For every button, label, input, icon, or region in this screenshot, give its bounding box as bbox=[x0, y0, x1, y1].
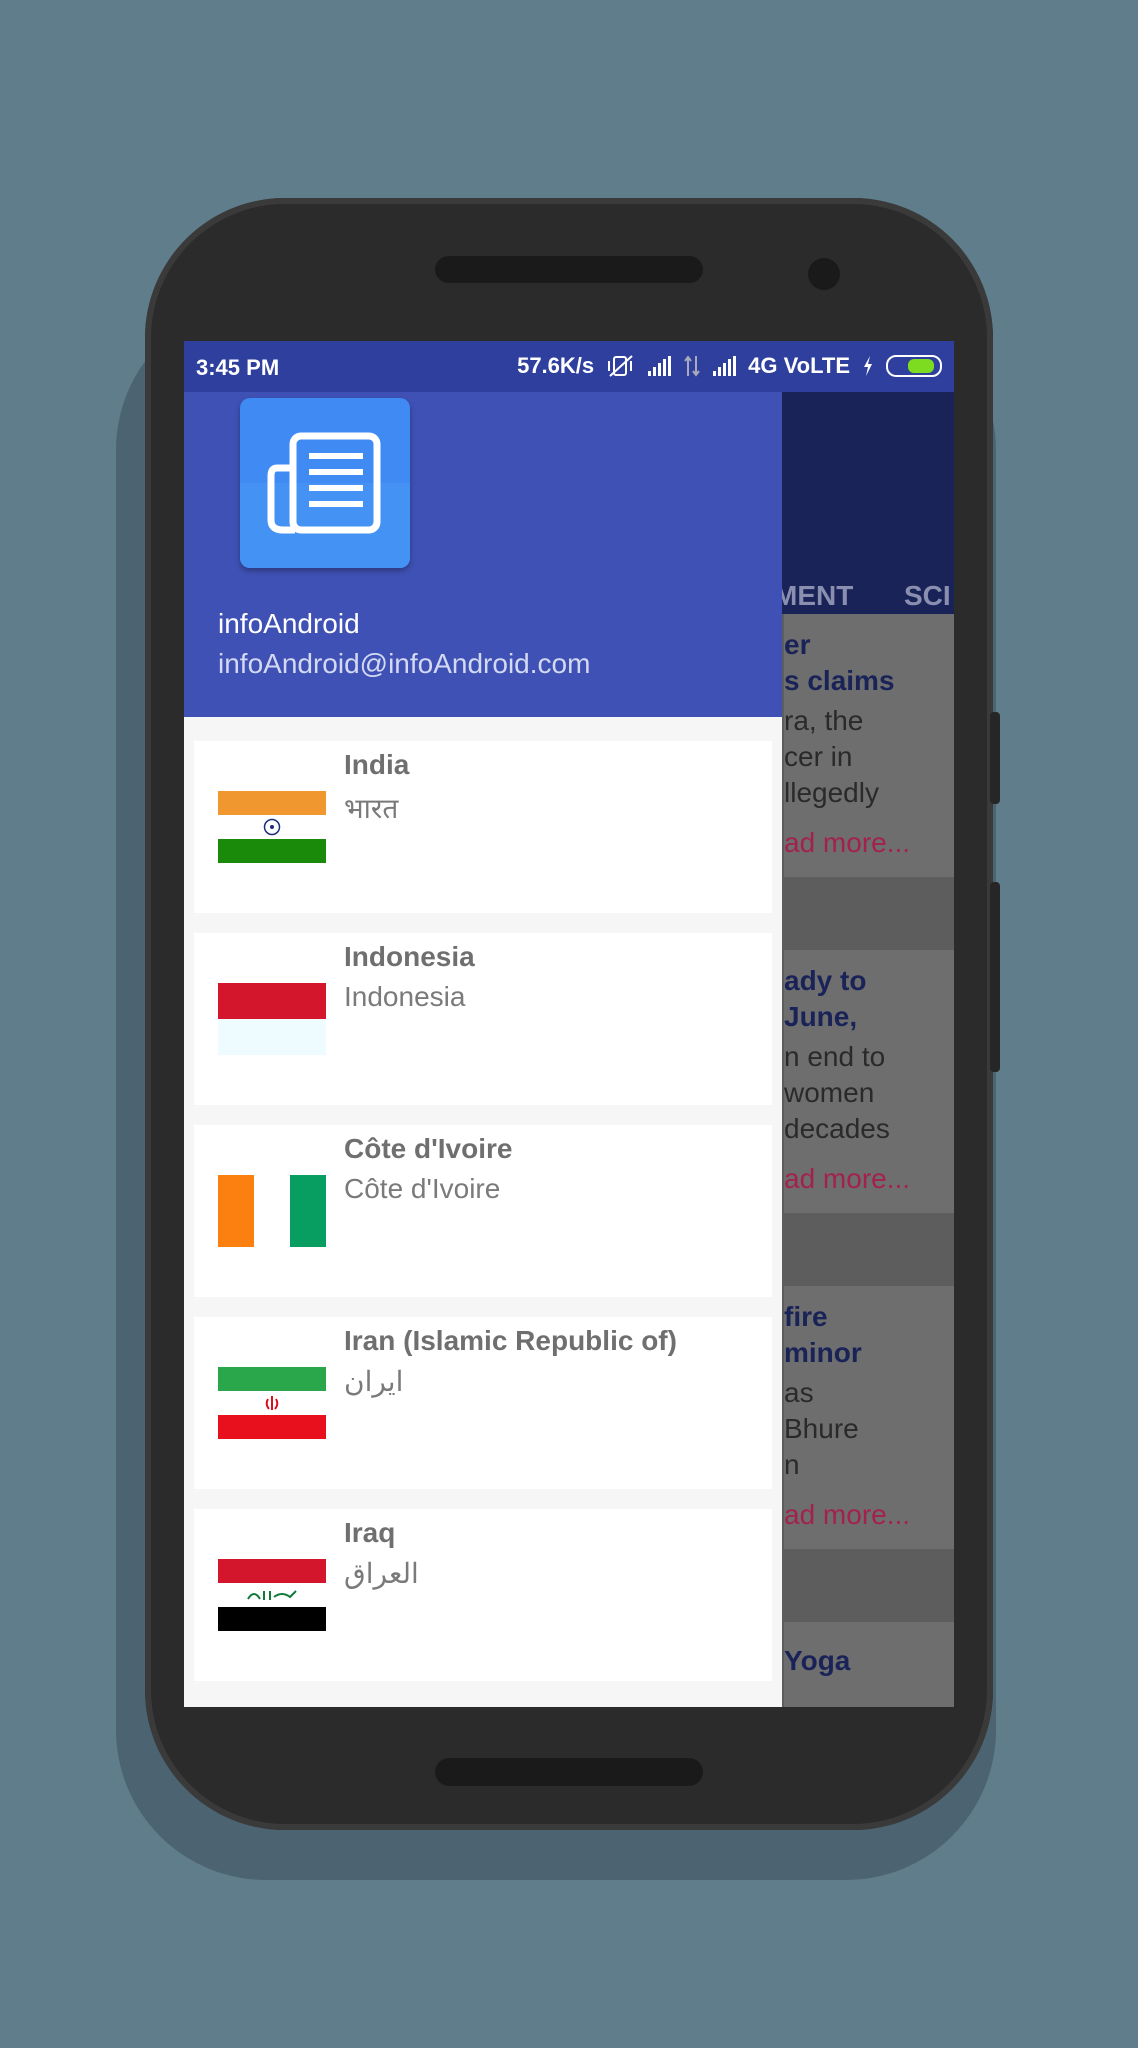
news-title-line: Yoga bbox=[784, 1645, 851, 1676]
earpiece-speaker bbox=[435, 256, 703, 283]
read-more-link[interactable]: ad more... bbox=[784, 827, 910, 859]
news-body-line: decades bbox=[784, 1113, 890, 1144]
user-email: infoAndroid@infoAndroid.com bbox=[218, 648, 591, 679]
user-name: infoAndroid bbox=[218, 608, 360, 639]
country-native-name: Côte d'Ivoire bbox=[344, 1173, 501, 1204]
front-camera bbox=[808, 258, 840, 290]
country-native-name: Indonesia bbox=[344, 981, 466, 1012]
power-button bbox=[990, 882, 1000, 1072]
country-item-iraq[interactable]: Iraq العراق bbox=[194, 1509, 772, 1681]
news-body-line: Bhure bbox=[784, 1413, 859, 1444]
status-bar: 3:45 PM 57.6K/s 4G VoLTE bbox=[184, 341, 954, 392]
country-item-iran[interactable]: Iran (Islamic Republic of) ایران bbox=[194, 1317, 772, 1489]
country-item-indonesia[interactable]: Indonesia Indonesia bbox=[194, 933, 772, 1105]
news-body-line: n bbox=[784, 1449, 800, 1480]
country-native-name: ایران bbox=[344, 1366, 404, 1397]
country-name: Indonesia bbox=[344, 941, 475, 972]
country-name: Côte d'Ivoire bbox=[344, 1133, 513, 1164]
status-indicators: 57.6K/s 4G VoLTE bbox=[517, 353, 942, 379]
tab-entertainment[interactable]: MENT bbox=[774, 580, 853, 612]
news-body-line: cer in bbox=[784, 741, 853, 772]
country-name: Iran (Islamic Republic of) bbox=[344, 1325, 677, 1356]
country-native-name: भारत bbox=[344, 793, 399, 824]
news-title-line: s claims bbox=[784, 665, 895, 696]
phone-screen: 3:45 PM 57.6K/s 4G VoLTE MENT SCI er s c… bbox=[184, 341, 954, 1707]
news-body-line: llegedly bbox=[784, 777, 879, 808]
news-body-line: n end to bbox=[784, 1041, 886, 1072]
signal-icon-2 bbox=[713, 356, 737, 376]
mute-vibrate-icon bbox=[608, 355, 633, 377]
news-title-line: minor bbox=[784, 1337, 862, 1368]
ivory-coast-flag-icon bbox=[218, 1175, 326, 1247]
read-more-link[interactable]: ad more... bbox=[784, 1163, 910, 1195]
read-more-link[interactable]: ad more... bbox=[784, 1499, 910, 1531]
status-time: 3:45 PM bbox=[196, 355, 280, 380]
india-flag-icon bbox=[218, 791, 326, 863]
country-name: Iraq bbox=[344, 1517, 396, 1548]
news-body-line: ra, the bbox=[784, 705, 864, 736]
navigation-drawer: infoAndroid infoAndroid@infoAndroid.com … bbox=[184, 392, 782, 1707]
country-item-india[interactable]: India भारत bbox=[194, 741, 772, 913]
news-title-line: ady to bbox=[784, 965, 867, 996]
news-body-line: women bbox=[784, 1077, 875, 1108]
country-item-cote-divoire[interactable]: Côte d'Ivoire Côte d'Ivoire bbox=[194, 1125, 772, 1297]
signal-icon bbox=[648, 356, 672, 376]
news-title-line: er bbox=[784, 629, 811, 660]
network-type: 4G VoLTE bbox=[748, 353, 850, 378]
battery-icon bbox=[886, 355, 942, 377]
drawer-header: infoAndroid infoAndroid@infoAndroid.com bbox=[184, 392, 782, 717]
country-native-name: العراق bbox=[344, 1558, 419, 1589]
indonesia-flag-icon bbox=[218, 983, 326, 1055]
volume-button bbox=[990, 712, 1000, 804]
network-speed: 57.6K/s bbox=[517, 353, 595, 378]
bottom-speaker bbox=[435, 1758, 703, 1786]
charging-icon bbox=[864, 356, 872, 376]
news-title-line: fire bbox=[784, 1301, 828, 1332]
news-body-line: as bbox=[784, 1377, 814, 1408]
country-name: India bbox=[344, 749, 410, 780]
news-title-line: June, bbox=[784, 1001, 858, 1032]
newspaper-icon bbox=[240, 398, 410, 568]
iraq-flag-icon bbox=[218, 1559, 326, 1631]
tab-science[interactable]: SCI bbox=[904, 580, 951, 612]
data-transfer-icon bbox=[684, 355, 700, 377]
iran-flag-icon bbox=[218, 1367, 326, 1439]
